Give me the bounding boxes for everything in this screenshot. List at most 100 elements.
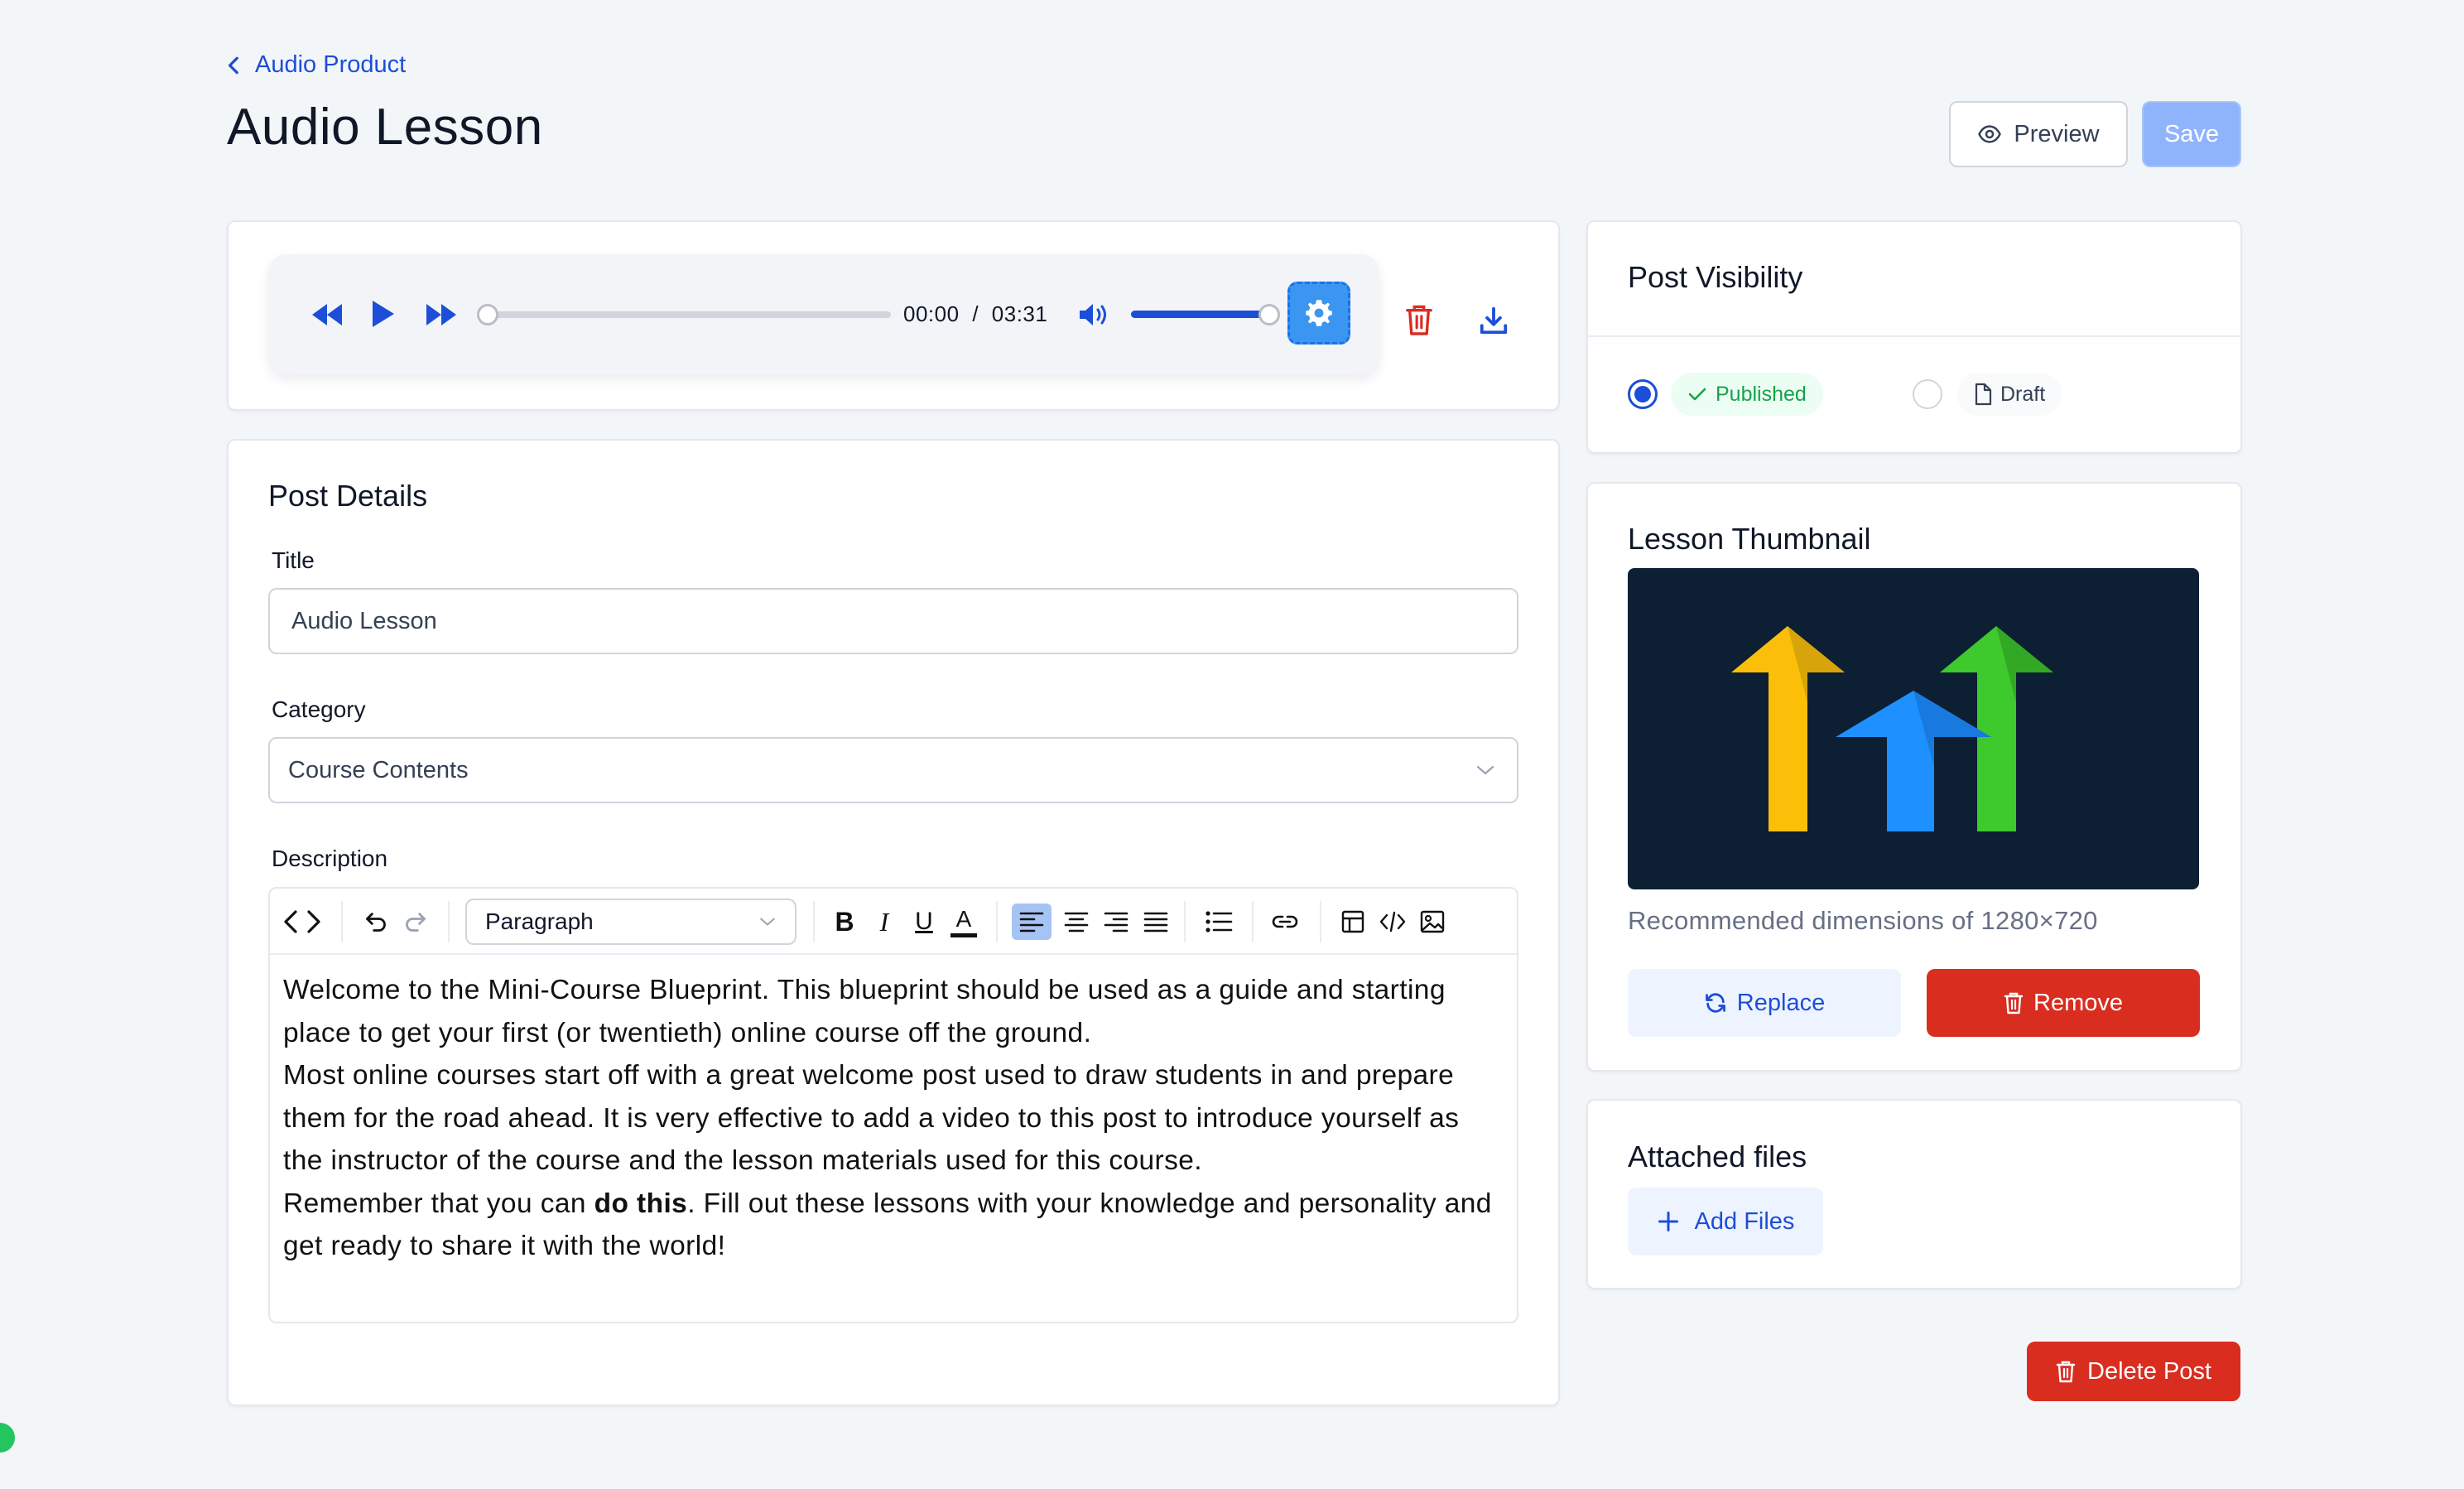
mute-button[interactable] — [1076, 298, 1113, 331]
editor-bold-text: do this — [594, 1188, 688, 1219]
text-color-button[interactable]: A — [949, 901, 979, 942]
underline-icon: U — [915, 908, 933, 935]
chevron-down-icon — [760, 918, 775, 926]
redo-button[interactable] — [401, 905, 431, 938]
draft-radio[interactable] — [1913, 379, 1942, 409]
toolbar-divider — [1320, 901, 1321, 942]
time-separator: / — [972, 301, 979, 326]
published-label: Published — [1716, 382, 1807, 406]
insert-table-button[interactable] — [1336, 904, 1369, 940]
chevron-down-icon — [1476, 765, 1494, 775]
current-time: 00:00 — [903, 301, 960, 326]
bold-button[interactable]: B — [830, 905, 859, 938]
delete-post-button[interactable]: Delete Post — [2027, 1342, 2240, 1401]
remove-thumbnail-button[interactable]: Remove — [1927, 969, 2200, 1037]
volume-slider[interactable] — [1131, 311, 1270, 318]
align-right-button[interactable] — [1098, 904, 1134, 940]
play-icon — [373, 301, 394, 327]
preview-button[interactable]: Preview — [1949, 101, 2128, 167]
toolbar-divider — [1252, 901, 1254, 942]
bullet-list-button[interactable] — [1201, 904, 1237, 940]
toolbar-divider — [1184, 901, 1186, 942]
trash-icon — [1406, 305, 1432, 335]
block-format-select[interactable]: Paragraph — [465, 899, 796, 945]
bold-icon: B — [835, 906, 854, 937]
post-visibility-card — [1586, 220, 2242, 454]
breadcrumb-back-link[interactable]: Audio Product — [224, 51, 406, 79]
align-left-icon — [1019, 912, 1044, 932]
save-button[interactable]: Save — [2142, 101, 2241, 167]
source-code-button[interactable] — [282, 905, 323, 938]
align-left-button[interactable] — [1012, 904, 1052, 940]
title-input[interactable]: Audio Lesson — [268, 588, 1518, 654]
volume-handle[interactable] — [1258, 304, 1280, 325]
gear-icon — [1306, 300, 1332, 326]
remove-label: Remove — [2033, 989, 2123, 1016]
published-badge[interactable]: Published — [1671, 373, 1823, 416]
trash-icon — [2004, 992, 2024, 1014]
title-label: Title — [272, 547, 315, 573]
rewind-button[interactable] — [310, 298, 344, 331]
plus-icon — [1658, 1211, 1678, 1232]
audio-progress-handle[interactable] — [477, 304, 498, 325]
title-input-value: Audio Lesson — [291, 607, 437, 634]
rewind-icon — [312, 304, 342, 325]
category-label: Category — [272, 696, 366, 722]
refresh-icon — [1705, 993, 1725, 1013]
link-icon — [1272, 915, 1298, 928]
help-widget-button[interactable] — [0, 1423, 15, 1453]
description-label: Description — [272, 846, 388, 871]
attached-files-heading: Attached files — [1628, 1140, 1807, 1173]
audio-time-readout: 00:00 / 03:31 — [903, 301, 1047, 327]
undo-icon — [366, 913, 386, 932]
editor-paragraph: Remember that you can do this. Fill out … — [283, 1183, 1500, 1268]
fast-forward-icon — [426, 304, 456, 325]
code-brackets-icon — [284, 910, 320, 933]
fast-forward-button[interactable] — [424, 298, 459, 331]
text-color-swatch — [950, 932, 977, 937]
insert-image-button[interactable] — [1416, 904, 1449, 940]
thumbnail-hint: Recommended dimensions of 1280×720 — [1628, 906, 2098, 935]
add-files-button[interactable]: Add Files — [1628, 1188, 1823, 1255]
breadcrumb-label: Audio Product — [255, 51, 407, 78]
image-icon — [1420, 910, 1445, 933]
bullet-list-icon — [1206, 911, 1233, 932]
document-icon — [1975, 383, 1992, 406]
insert-code-button[interactable] — [1376, 904, 1409, 940]
align-center-icon — [1064, 912, 1089, 932]
table-icon — [1341, 910, 1364, 933]
replace-label: Replace — [1736, 989, 1826, 1016]
published-radio[interactable] — [1628, 379, 1658, 409]
post-details-heading: Post Details — [268, 479, 428, 513]
italic-icon: I — [879, 906, 889, 937]
player-settings-button[interactable] — [1287, 282, 1350, 345]
insert-link-button[interactable] — [1267, 904, 1303, 940]
page-title: Audio Lesson — [227, 99, 543, 156]
draft-badge[interactable]: Draft — [1957, 373, 2062, 416]
radio-dot — [1634, 386, 1651, 402]
thumbnail-image — [1628, 568, 2199, 889]
volume-icon — [1080, 304, 1106, 325]
category-select[interactable]: Course Contents — [268, 737, 1518, 803]
toolbar-divider — [448, 901, 450, 942]
delete-audio-button[interactable] — [1403, 301, 1436, 338]
align-justify-button[interactable] — [1138, 904, 1174, 940]
underline-button[interactable]: U — [909, 905, 939, 938]
toolbar-divider — [813, 901, 815, 942]
audio-progress-track[interactable] — [485, 311, 891, 318]
align-justify-icon — [1143, 912, 1168, 932]
editor-content[interactable]: Welcome to the Mini-Course Blueprint. Th… — [283, 969, 1500, 1268]
italic-button[interactable]: I — [869, 905, 899, 938]
align-center-button[interactable] — [1058, 904, 1095, 940]
add-files-label: Add Files — [1694, 1207, 1795, 1235]
replace-thumbnail-button[interactable]: Replace — [1628, 969, 1901, 1037]
play-button[interactable] — [369, 296, 397, 331]
undo-button[interactable] — [361, 905, 391, 938]
delete-post-label: Delete Post — [2087, 1357, 2211, 1385]
category-select-value: Course Contents — [288, 756, 469, 783]
editor-paragraph: Welcome to the Mini-Course Blueprint. Th… — [283, 975, 1446, 1048]
editor-text: Remember that you can — [283, 1188, 594, 1219]
post-visibility-heading: Post Visibility — [1628, 260, 1803, 294]
arrows-logo-image — [1730, 626, 2053, 831]
download-audio-button[interactable] — [1476, 303, 1511, 338]
